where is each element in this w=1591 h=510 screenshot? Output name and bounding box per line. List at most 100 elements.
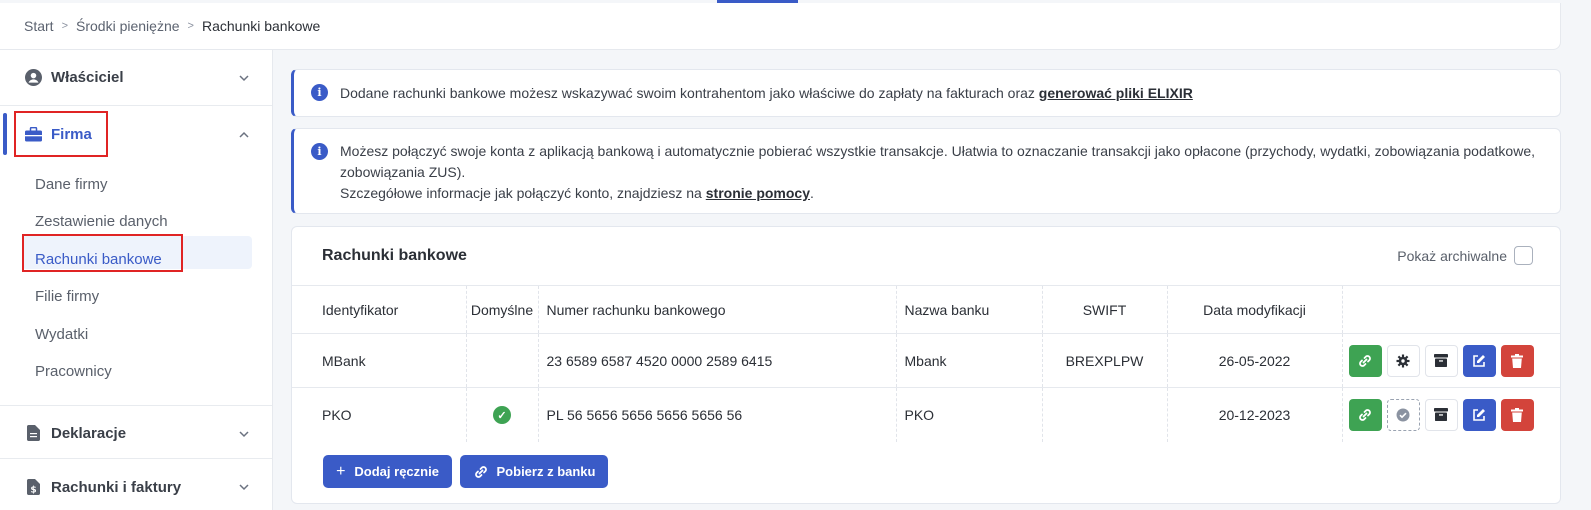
archive-icon [1434, 408, 1448, 422]
sidebar-invoices-header[interactable]: $ Rachunki i faktury [24, 478, 181, 496]
invoice-dollar-icon: $ [24, 478, 42, 496]
sidebar-section-owner[interactable]: Właściciel [0, 50, 272, 106]
card-title: Rachunki bankowe [322, 247, 467, 264]
bank-accounts-card: Rachunki bankowe Pokaż archiwalne Identy… [291, 226, 1561, 504]
alert-connect-period: . [810, 185, 814, 201]
column-header-modified-date: Data modyfikacji [1167, 285, 1343, 334]
bank-accounts-table: Identyfikator Domyślne Numer rachunku ba… [292, 285, 1560, 442]
chevron-down-icon [239, 75, 249, 82]
add-manual-button[interactable]: + Dodaj ręcznie [323, 455, 452, 488]
column-header-account-number: Numer rachunku bankowego [538, 285, 897, 334]
cell-swift [1042, 387, 1168, 442]
cell-modified-date: 20-12-2023 [1167, 387, 1343, 442]
cell-account-number: 23 6589 6587 4520 0000 2589 6415 [538, 333, 897, 388]
chevron-down-icon [239, 431, 249, 438]
check-circle-icon: ✓ [493, 406, 511, 424]
edit-icon [1473, 408, 1485, 421]
help-page-link[interactable]: stronie pomocy [706, 185, 810, 201]
show-archived-checkbox[interactable] [1514, 246, 1533, 265]
fetch-from-bank-button[interactable]: Pobierz z banku [460, 455, 608, 488]
document-icon [24, 424, 42, 442]
cell-bank-name: Mbank [896, 333, 1043, 388]
sidebar-declarations-header[interactable]: Deklaracje [24, 424, 126, 442]
info-icon: i [311, 143, 328, 160]
sidebar-item-employees[interactable]: Pracownicy [35, 363, 112, 380]
cell-modified-date: 26-05-2022 [1167, 333, 1343, 388]
edit-button[interactable] [1462, 344, 1496, 377]
chevron-down-icon [239, 484, 249, 491]
breadcrumb-separator-icon: > [61, 20, 69, 32]
table-row: MBank 23 6589 6587 4520 0000 2589 6415 M… [292, 333, 1560, 388]
cell-swift: BREXPLPW [1042, 333, 1168, 388]
svg-text:$: $ [30, 486, 36, 496]
cell-default [466, 333, 539, 388]
trash-icon [1511, 407, 1523, 422]
cell-actions [1342, 333, 1560, 388]
column-header-actions [1342, 285, 1560, 334]
archive-icon [1434, 354, 1448, 367]
cell-actions [1342, 387, 1560, 442]
sidebar-owner-label: Właściciel [51, 68, 124, 86]
cell-identifier: PKO [292, 387, 467, 442]
sidebar-section-declarations[interactable]: Deklaracje [0, 406, 272, 459]
cell-identifier: MBank [292, 333, 467, 388]
column-header-default: Domyślne [466, 285, 539, 334]
alert-connect-line3-text: Szczegółowe informacje jak połączyć kont… [340, 185, 702, 201]
highlight-box-bank-accounts [22, 234, 183, 272]
alert-connect-line2: zobowiązania ZUS). [340, 164, 466, 180]
user-circle-icon [24, 68, 42, 86]
column-header-swift: SWIFT [1042, 285, 1168, 334]
show-archived-toggle[interactable]: Pokaż archiwalne [1397, 246, 1533, 265]
info-alert-elixir: i Dodane rachunki bankowe możesz wskazyw… [291, 69, 1561, 117]
table-header-row: Identyfikator Domyślne Numer rachunku ba… [292, 285, 1560, 334]
cell-account-number: PL 56 5656 5656 5656 5656 56 [538, 387, 897, 442]
info-icon: i [311, 84, 328, 101]
cell-default: ✓ [466, 387, 539, 442]
sidebar-declarations-label: Deklaracje [51, 424, 127, 442]
plus-icon: + [336, 462, 346, 480]
sidebar-invoices-label: Rachunki i faktury [51, 478, 182, 496]
alert-elixir-text: Dodane rachunki bankowe możesz wskazywać… [340, 85, 1035, 101]
link-icon [1359, 354, 1371, 367]
show-archived-label: Pokaż archiwalne [1397, 247, 1507, 264]
breadcrumb-separator-icon: > [187, 20, 194, 32]
sidebar-item-data-summary[interactable]: Zestawienie danych [35, 213, 168, 230]
delete-button[interactable] [1500, 344, 1534, 377]
chevron-up-icon [239, 131, 249, 138]
cell-bank-name: PKO [896, 387, 1043, 442]
edit-icon [1473, 354, 1485, 367]
archive-button[interactable] [1424, 398, 1458, 431]
table-row: PKO ✓ PL 56 5656 5656 5656 5656 56 PKO 2… [292, 387, 1560, 442]
breadcrumb-start[interactable]: Start [24, 18, 54, 34]
sidebar-section-invoices[interactable]: $ Rachunki i faktury [0, 459, 272, 510]
sidebar-item-company-data[interactable]: Dane firmy [35, 176, 108, 193]
link-icon [1359, 408, 1371, 421]
add-manual-label: Dodaj ręcznie [354, 464, 439, 479]
alert-connect-line1: Możesz połączyć swoje konta z aplikacją … [340, 143, 1535, 159]
archive-button[interactable] [1424, 344, 1458, 377]
delete-button[interactable] [1500, 398, 1534, 431]
link-icon [474, 465, 487, 478]
edit-button[interactable] [1462, 398, 1496, 431]
sidebar-item-branches[interactable]: Filie firmy [35, 288, 99, 305]
connect-bank-button[interactable] [1348, 398, 1382, 431]
sidebar-owner-header[interactable]: Właściciel [24, 68, 124, 86]
info-alert-text: Dodane rachunki bankowe możesz wskazywać… [340, 82, 1193, 104]
alert-connect-line3: Szczegółowe informacje jak połączyć kont… [340, 183, 1535, 204]
highlight-box-company [14, 111, 108, 157]
breadcrumb-cash[interactable]: Środki pieniężne [76, 18, 180, 34]
gear-icon [1396, 354, 1410, 367]
check-circle-icon [1396, 408, 1410, 422]
column-header-bank-name: Nazwa banku [896, 285, 1043, 334]
breadcrumb-current: Rachunki bankowe [201, 18, 321, 34]
settings-button[interactable] [1386, 344, 1420, 377]
sidebar-item-expenses[interactable]: Wydatki [35, 326, 88, 343]
trash-icon [1511, 353, 1523, 368]
generate-elixir-link[interactable]: generować pliki ELIXIR [1039, 85, 1193, 101]
info-alert-bank-connect: i Możesz połączyć swoje konta z aplikacj… [291, 128, 1561, 214]
breadcrumb: Start > Środki pieniężne > Rachunki bank… [0, 3, 1561, 50]
fetch-from-bank-label: Pobierz z banku [496, 464, 596, 479]
connect-bank-button[interactable] [1348, 344, 1382, 377]
set-default-button[interactable] [1386, 398, 1420, 431]
info-alert-text: Możesz połączyć swoje konta z aplikacją … [340, 141, 1535, 204]
